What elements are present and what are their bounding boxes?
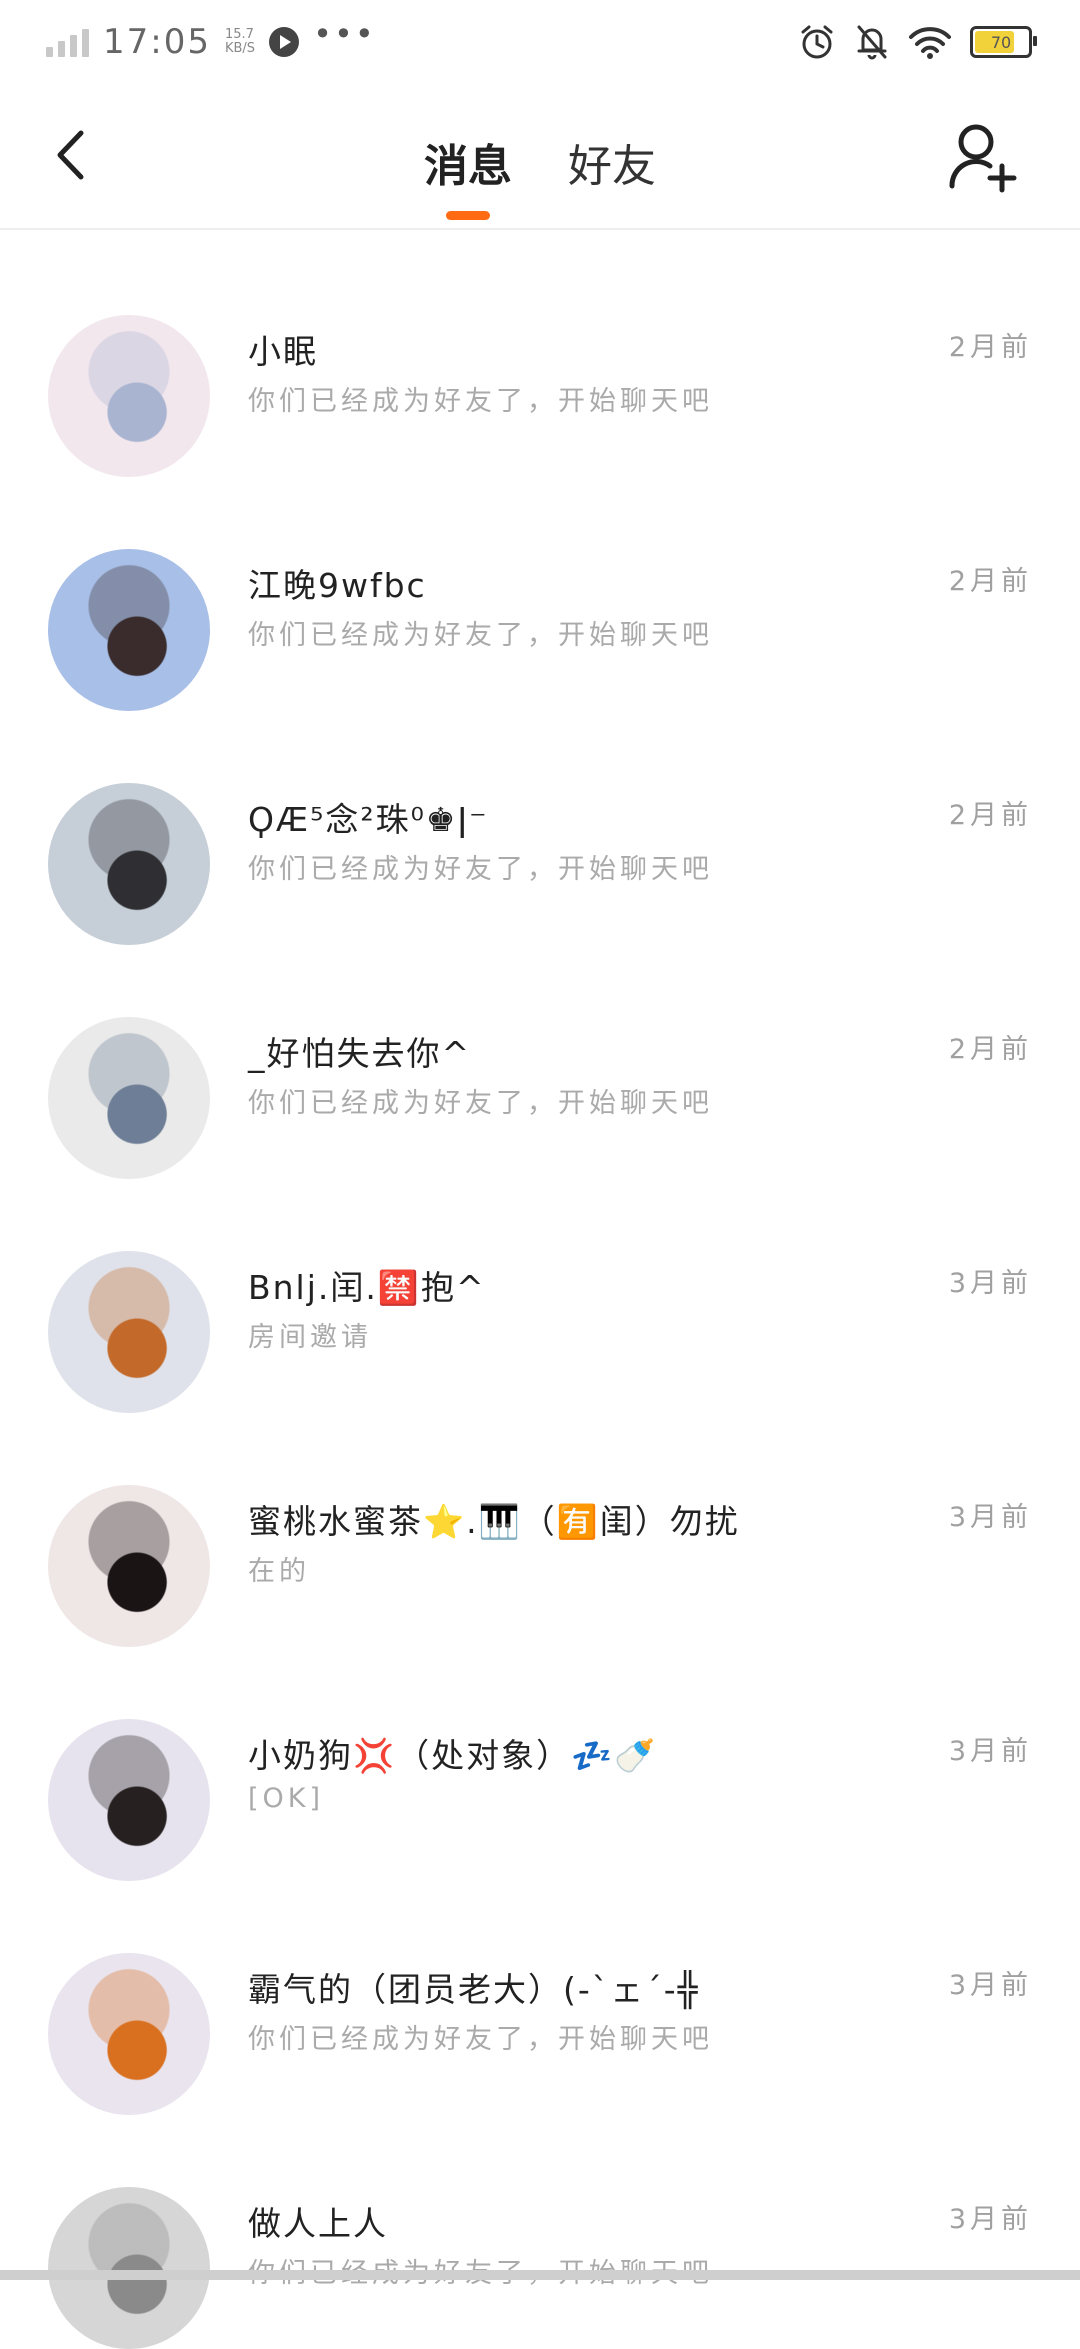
message-time: 2月前	[948, 566, 1032, 597]
contact-name: 蜜桃水蜜茶⭐.🎹（🈶闺）勿扰	[248, 1502, 740, 1541]
avatar[interactable]	[48, 783, 210, 945]
contact-name: 小奶狗💢（处对象）💤🍼	[248, 1736, 658, 1775]
message-time: 3月前	[948, 1502, 1032, 1533]
tab-messages[interactable]: 消息	[424, 110, 512, 220]
message-time: 2月前	[948, 332, 1032, 363]
avatar[interactable]	[48, 1953, 210, 2115]
message-preview: 你们已经成为好友了，开始聊天吧	[248, 620, 713, 651]
list-item[interactable]: ϘÆ⁵念²珠⁰♚ǀ⁻ 你们已经成为好友了，开始聊天吧 2月前	[0, 697, 1080, 945]
message-preview: 你们已经成为好友了，开始聊天吧	[248, 2024, 713, 2055]
active-tab-indicator	[446, 211, 490, 220]
status-bar: 17:05 15.7 KB/S ••• 70	[0, 0, 1080, 80]
message-preview: 在的	[248, 1556, 310, 1587]
bell-off-icon	[857, 25, 887, 60]
list-item[interactable]: 霸气的（团员老大）(-`ェ´-╬ 你们已经成为好友了，开始聊天吧 3月前	[0, 1867, 1080, 2115]
list-item[interactable]: 小眠 你们已经成为好友了，开始聊天吧 2月前	[0, 229, 1080, 477]
avatar[interactable]	[48, 549, 210, 711]
status-time: 17:05	[103, 22, 211, 62]
network-speed-value: 15.7	[224, 27, 254, 42]
tab-bar: 消息 好友	[0, 110, 1080, 220]
list-item[interactable]: _好怕失去你^ 你们已经成为好友了，开始聊天吧 2月前	[0, 931, 1080, 1179]
avatar[interactable]	[48, 1719, 210, 1881]
media-play-icon	[269, 27, 300, 57]
avatar[interactable]	[48, 2187, 210, 2349]
status-bar-left: 17:05 15.7 KB/S •••	[46, 15, 376, 66]
tab-friends[interactable]: 好友	[568, 110, 656, 220]
battery-percent: 70	[990, 32, 1012, 52]
list-item[interactable]: 江晚9wfbc 你们已经成为好友了，开始聊天吧 2月前	[0, 463, 1080, 711]
message-time: 2月前	[948, 1034, 1032, 1065]
tab-messages-label: 消息	[424, 141, 512, 192]
network-speed-unit: KB/S	[224, 41, 256, 56]
tab-friends-label: 好友	[568, 141, 656, 192]
more-notifications-icon: •••	[313, 15, 376, 53]
list-item[interactable]: 做人上人 你们已经成为好友了，开始聊天吧 3月前	[0, 2101, 1080, 2349]
message-time: 3月前	[948, 2204, 1032, 2235]
list-item[interactable]: 小奶狗💢（处对象）💤🍼 [OK] 3月前	[0, 1633, 1080, 1881]
message-time: 3月前	[948, 1736, 1032, 1767]
contact-name: 霸气的（团员老大）(-`ェ´-╬	[248, 1970, 700, 2009]
list-item[interactable]: 蜜桃水蜜茶⭐.🎹（🈶闺）勿扰 在的 3月前	[0, 1399, 1080, 1647]
contact-name: 小眠	[248, 332, 318, 371]
list-item[interactable]: Bnlj.闰.🈲抱^ 房间邀请 3月前	[0, 1165, 1080, 1413]
message-preview: 房间邀请	[248, 1322, 372, 1353]
avatar[interactable]	[48, 315, 210, 477]
add-friend-button[interactable]	[946, 120, 1022, 196]
avatar[interactable]	[48, 1251, 210, 1413]
message-preview: [OK]	[248, 1783, 325, 1814]
signal-icon	[46, 27, 89, 57]
add-person-icon	[949, 124, 1017, 193]
message-time: 3月前	[948, 1970, 1032, 2001]
battery-icon: 70	[970, 26, 1037, 58]
message-preview: 你们已经成为好友了，开始聊天吧	[248, 1088, 713, 1119]
message-preview: 你们已经成为好友了，开始聊天吧	[248, 386, 713, 417]
contact-name: Bnlj.闰.🈲抱^	[248, 1268, 486, 1307]
avatar[interactable]	[48, 1017, 210, 1179]
network-speed: 15.7 KB/S	[225, 28, 255, 56]
status-bar-right: 70	[798, 18, 1037, 66]
top-navigation: 消息 好友	[0, 80, 1080, 230]
alarm-icon	[801, 25, 833, 59]
conversation-list: 小眠 你们已经成为好友了，开始聊天吧 2月前 江晚9wfbc 你们已经成为好友了…	[0, 229, 1080, 2349]
message-preview: 你们已经成为好友了，开始聊天吧	[248, 854, 713, 885]
contact-name: _好怕失去你^	[248, 1034, 472, 1073]
contact-name: 做人上人	[248, 2204, 388, 2243]
avatar[interactable]	[48, 1485, 210, 1647]
contact-name: 江晚9wfbc	[248, 566, 427, 605]
message-time: 3月前	[948, 1268, 1032, 1299]
contact-name: ϘÆ⁵念²珠⁰♚ǀ⁻	[248, 800, 489, 839]
scroll-indicator	[0, 2270, 1080, 2280]
wifi-icon	[909, 27, 951, 59]
message-time: 2月前	[948, 800, 1032, 831]
